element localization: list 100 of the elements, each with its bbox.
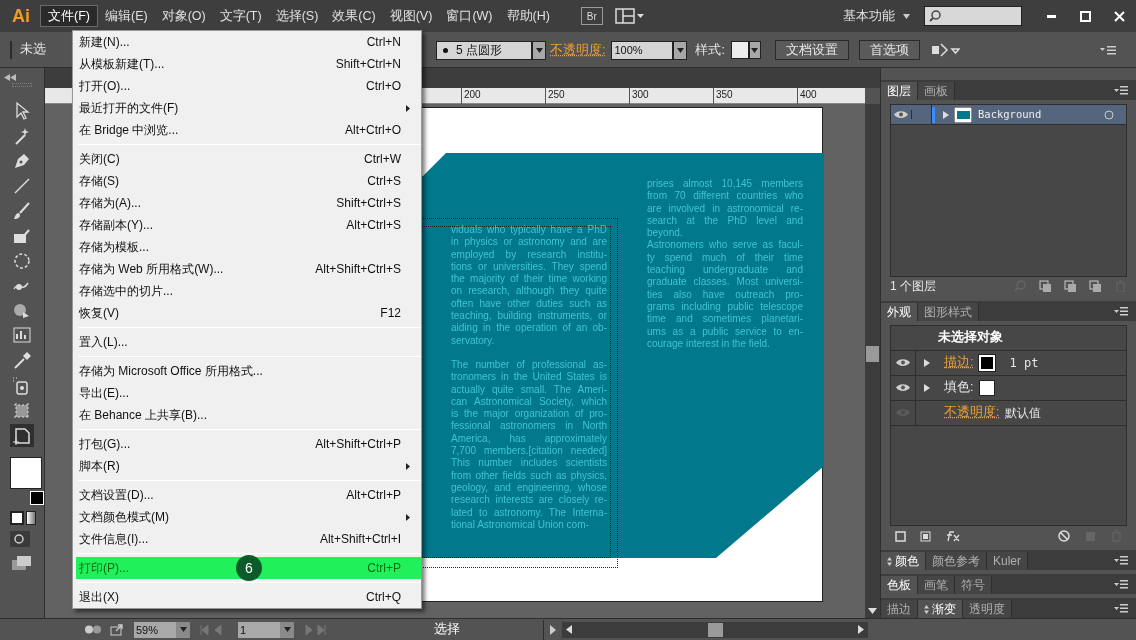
menu-item[interactable]: 窗口(W) xyxy=(439,5,500,27)
menu-item[interactable]: 在 Behance 上共享(B)... xyxy=(76,404,421,426)
menu-item[interactable]: 打开(O)... Ctrl+O xyxy=(76,75,421,97)
panel-tab[interactable]: 外观 xyxy=(881,302,918,321)
fill-swatch[interactable] xyxy=(10,457,42,489)
toolbar-button[interactable]: 文档设置 xyxy=(774,40,849,60)
arrange-documents-icon[interactable] xyxy=(614,7,645,25)
color-mode-button[interactable] xyxy=(10,511,24,525)
menu-item[interactable]: 效果(C) xyxy=(325,5,383,27)
artboard-field[interactable]: 1 xyxy=(238,621,280,638)
layer-row[interactable]: Background xyxy=(891,105,1126,125)
brush-dropdown[interactable]: 5 点圆形 xyxy=(436,40,532,60)
draw-mode-icon[interactable] xyxy=(10,531,30,547)
new-sublayer-icon[interactable] xyxy=(1064,279,1077,292)
horizontal-scrollbar[interactable] xyxy=(562,621,868,638)
new-layer-icon[interactable] xyxy=(1089,279,1102,292)
menu-item[interactable]: 存储副本(Y)... Alt+Ctrl+S xyxy=(76,214,421,236)
panel-tab[interactable]: 描边 xyxy=(881,600,918,618)
menu-item[interactable]: 存储(S) Ctrl+S xyxy=(76,170,421,192)
menu-item[interactable]: 文字(T) xyxy=(212,5,269,27)
stroke-swatch[interactable] xyxy=(30,491,44,505)
panel-tab[interactable]: 图层 xyxy=(881,82,918,100)
toolbar-button[interactable]: 首选项 xyxy=(858,40,920,60)
menu-item[interactable]: 存储选中的切片... xyxy=(76,280,421,302)
stroke-link[interactable]: 描边: xyxy=(944,353,974,373)
menu-item[interactable]: 存储为(A)... Shift+Ctrl+S xyxy=(76,192,421,214)
expand-triangle-icon[interactable] xyxy=(943,110,949,119)
dropdown-button[interactable] xyxy=(176,621,190,638)
menu-item[interactable]: 文档设置(D)... Alt+Ctrl+P xyxy=(76,484,421,506)
menu-item[interactable]: 编辑(E) xyxy=(97,5,155,27)
scroll-right-icon[interactable] xyxy=(858,624,864,634)
dropdown-button[interactable] xyxy=(532,40,546,60)
menu-item[interactable]: 存储为 Microsoft Office 所用格式... xyxy=(76,360,421,382)
add-fill-icon[interactable] xyxy=(920,530,931,542)
menu-item[interactable]: 文件信息(I)... Alt+Shift+Ctrl+I xyxy=(76,528,421,550)
tool-button[interactable] xyxy=(10,424,34,447)
menu-item[interactable]: 脚本(R) xyxy=(76,455,421,477)
panel-menu-icon[interactable] xyxy=(1114,306,1128,316)
menu-item[interactable]: 在 Bridge 中浏览... Alt+Ctrl+O xyxy=(76,119,421,141)
panel-tab[interactable]: 颜色 xyxy=(881,552,926,570)
menu-item[interactable]: 帮助(H) xyxy=(499,5,557,27)
panel-menu-icon[interactable] xyxy=(1114,556,1128,565)
opacity-link[interactable]: 不透明度: xyxy=(944,403,1000,423)
menu-item[interactable]: 退出(X) Ctrl+Q xyxy=(76,586,421,608)
eye-icon[interactable] xyxy=(896,358,910,368)
eye-icon[interactable] xyxy=(896,383,910,393)
clip-icon[interactable] xyxy=(1039,279,1052,292)
scrollbar-thumb[interactable] xyxy=(866,346,879,362)
menu-item[interactable]: 恢复(V) F12 xyxy=(76,302,421,324)
panel-tab[interactable]: 颜色参考 xyxy=(926,552,987,570)
gradient-mode-button[interactable] xyxy=(26,511,36,525)
menu-item[interactable]: 对象(O) xyxy=(154,5,213,27)
menu-item[interactable]: 存储为模板... xyxy=(76,236,421,258)
status-options-icon[interactable] xyxy=(84,624,102,635)
add-stroke-icon[interactable] xyxy=(895,530,906,542)
eye-icon[interactable] xyxy=(894,110,908,119)
dropdown-button[interactable] xyxy=(280,621,294,638)
menu-item[interactable]: 置入(L)... xyxy=(76,331,421,353)
menu-item[interactable]: 选择(S) xyxy=(268,5,326,27)
vertical-scrollbar[interactable] xyxy=(865,104,880,618)
panel-tab[interactable]: 渐变 xyxy=(918,600,963,618)
panel-tab[interactable]: 符号 xyxy=(955,576,992,594)
panel-tab[interactable]: 图形样式 xyxy=(918,302,979,321)
opacity-link[interactable]: 不透明度: xyxy=(550,40,606,60)
share-icon[interactable] xyxy=(110,623,124,636)
align-icon[interactable] xyxy=(929,42,960,58)
target-circle-icon[interactable] xyxy=(1104,109,1114,120)
stroke-swatch[interactable] xyxy=(979,354,996,371)
style-swatch[interactable] xyxy=(730,41,749,59)
bridge-button[interactable]: Br xyxy=(580,7,603,25)
menu-item[interactable]: 新建(N)... Ctrl+N xyxy=(76,31,421,53)
menu-item[interactable]: 最近打开的文件(F) xyxy=(76,97,421,119)
scrollbar-thumb[interactable] xyxy=(708,622,723,637)
menu-item[interactable]: 导出(E)... xyxy=(76,382,421,404)
menu-item[interactable]: 文档颜色模式(M) xyxy=(76,506,421,528)
scroll-down-icon[interactable] xyxy=(868,608,877,614)
panel-tab[interactable]: Kuler xyxy=(987,552,1028,570)
panel-menu-icon[interactable] xyxy=(1114,580,1128,589)
menu-item[interactable]: 文件(F) xyxy=(40,5,98,27)
panel-menu-icon[interactable] xyxy=(1114,86,1128,95)
panel-menu-icon[interactable] xyxy=(1100,45,1116,55)
search-field[interactable] xyxy=(924,6,1022,26)
panel-tab[interactable]: 透明度 xyxy=(963,600,1012,618)
panel-tab[interactable]: 色板 xyxy=(881,576,918,594)
menu-item[interactable]: 打包(G)... Alt+Shift+Ctrl+P xyxy=(76,433,421,455)
expand-triangle-icon[interactable] xyxy=(924,383,930,392)
menu-item[interactable]: 视图(V) xyxy=(382,5,440,27)
dropdown-button[interactable] xyxy=(673,40,688,60)
panel-menu-icon[interactable] xyxy=(1114,604,1128,613)
menu-item[interactable]: 关闭(C) Ctrl+W xyxy=(76,148,421,170)
opacity-field[interactable]: 100% xyxy=(611,40,674,60)
menu-item[interactable]: 存储为 Web 所用格式(W)... Alt+Shift+Ctrl+S xyxy=(76,258,421,280)
collapse-icon[interactable] xyxy=(4,74,16,81)
menu-item[interactable]: 从模板新建(T)... Shift+Ctrl+N xyxy=(76,53,421,75)
expand-triangle-icon[interactable] xyxy=(924,358,930,367)
zoom-field[interactable]: 59% xyxy=(134,621,176,638)
fill-swatch[interactable] xyxy=(979,379,996,396)
panel-tab[interactable]: 画笔 xyxy=(918,576,955,594)
scroll-left-icon[interactable] xyxy=(566,624,572,634)
workspace-switcher[interactable]: 基本功能 xyxy=(843,6,910,26)
